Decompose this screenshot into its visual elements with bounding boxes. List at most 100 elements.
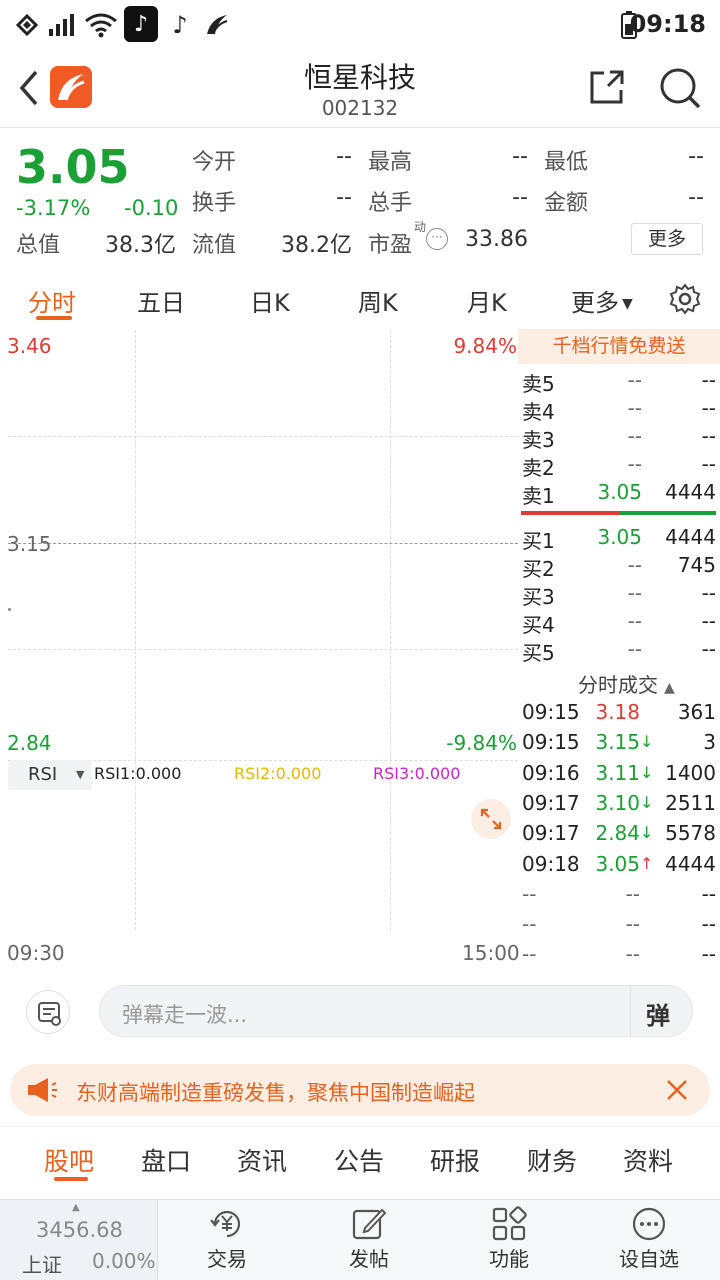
buy-volume: 745 [677, 553, 716, 577]
low-label: 最低 [544, 150, 589, 175]
chart-settings-button[interactable] [669, 283, 701, 315]
tab-research[interactable]: 研报 [430, 1142, 480, 1178]
tick-volume: 2511 [665, 790, 716, 815]
tick-price: 3.10 [595, 790, 640, 815]
nav-trade[interactable]: 交易 [170, 1200, 284, 1280]
nav-post[interactable]: 发帖 [312, 1200, 426, 1280]
tab-guba[interactable]: 股吧 [44, 1142, 94, 1178]
sell-volume: 4444 [665, 480, 716, 504]
buy-price: 3.05 [597, 525, 642, 549]
pe-info-icon[interactable]: ··· [426, 228, 448, 250]
chart-bottom-pct: -9.84% [446, 731, 517, 755]
tab-finance[interactable]: 财务 [527, 1142, 577, 1178]
chart-top-price: 3.46 [7, 334, 52, 358]
danmu-input[interactable]: 弹幕走一波... 弹 [99, 985, 693, 1037]
search-icon [660, 68, 701, 109]
buy-volume: -- [701, 609, 716, 633]
share-icon [590, 70, 624, 104]
tab-active-indicator [36, 316, 72, 320]
index-name: 上证 [22, 1253, 62, 1277]
tab-five-day[interactable]: 五日 [137, 283, 185, 318]
open-value: -- [336, 144, 352, 169]
tab-news[interactable]: 资讯 [237, 1142, 287, 1178]
fullscreen-button[interactable] [471, 799, 511, 839]
high-value: -- [512, 144, 528, 169]
tab-pankou[interactable]: 盘口 [141, 1142, 191, 1178]
tick-price: 3.05 [595, 851, 640, 876]
indicator-label: RSI [28, 764, 58, 785]
gear-icon [669, 283, 701, 315]
sell-volume: -- [701, 368, 716, 392]
tick-time: 09:17 [522, 790, 580, 815]
news-banner[interactable]: 东财高端制造重磅发售，聚焦中国制造崛起 [10, 1064, 710, 1116]
sell-price: -- [627, 396, 642, 420]
indicator-select[interactable]: RSI ▼ [8, 760, 92, 790]
tick-row: 09:15 3.15 ↓ 3 [522, 730, 720, 760]
pe-label: 市盈 [368, 233, 413, 258]
tick-volume: 4444 [665, 851, 716, 876]
chevron-up-icon: ▲ [664, 680, 675, 696]
close-icon[interactable] [665, 1078, 689, 1102]
sell-row: 卖1 3.05 4444 [522, 480, 720, 508]
chart-grid-line [8, 649, 518, 650]
mktcap-value: 38.3亿 [105, 233, 176, 258]
sell-level-label: 卖3 [522, 428, 555, 452]
sell-row: 卖3 -- -- [522, 424, 720, 452]
buy-volume: -- [701, 581, 716, 605]
tick-price: 2.84 [595, 821, 640, 846]
mktcap-label: 总值 [16, 233, 61, 258]
tick-row: 09:17 3.10 ↓ 2511 [522, 791, 720, 821]
sell-price: -- [627, 368, 642, 392]
tab-profile[interactable]: 资料 [623, 1142, 673, 1178]
tick-price: -- [625, 942, 640, 967]
more-quote-button[interactable]: 更多 [631, 223, 703, 255]
sell-price: -- [627, 452, 642, 476]
chart-price-dot [8, 608, 11, 611]
buy-level-label: 买1 [522, 529, 555, 553]
tab-monthly-k[interactable]: 月K [467, 283, 507, 318]
tick-row: -- -- -- [522, 912, 720, 942]
change-amount: -0.10 [124, 196, 179, 220]
buy-price: -- [627, 581, 642, 605]
chart-top-pct: 9.84% [453, 334, 517, 358]
danmu-settings-button[interactable] [26, 990, 70, 1034]
tick-time: -- [522, 942, 537, 967]
chart-grid-line [135, 330, 136, 930]
buy-row: 买3 -- -- [522, 581, 720, 609]
tick-volume: 1400 [665, 760, 716, 785]
buy-volume: -- [701, 637, 716, 661]
tick-volume: -- [701, 912, 716, 937]
signal-sim-icon [12, 10, 42, 40]
trade-yen-icon [210, 1210, 241, 1238]
volume-label: 总手 [368, 191, 413, 216]
app-header: 恒星科技 002132 [0, 50, 720, 128]
promo-banner[interactable]: 千档行情免费送 [518, 329, 720, 364]
tick-row: -- -- -- [522, 942, 720, 972]
share-button[interactable] [588, 68, 626, 106]
tab-more[interactable]: 更多 ▼ [571, 283, 633, 318]
nav-add-watchlist[interactable]: 设自选 [592, 1200, 706, 1280]
index-ticker[interactable]: ▲ 3456.68 上证 0.00% [0, 1200, 157, 1280]
tick-time: 09:15 [522, 730, 580, 755]
sell-level-label: 卖1 [522, 484, 555, 508]
tab-intraday[interactable]: 分时 [28, 283, 76, 318]
change-percent: -3.17% [16, 196, 91, 220]
sell-level-label: 卖2 [522, 456, 555, 480]
danmu-settings-icon [38, 1002, 61, 1026]
ticks-title[interactable]: 分时成交 ▲ [578, 669, 675, 698]
tab-daily-k[interactable]: 日K [250, 283, 290, 318]
sell-row: 卖4 -- -- [522, 396, 720, 424]
divider [157, 1200, 158, 1280]
danmu-placeholder: 弹幕走一波... [122, 1003, 248, 1027]
nav-features[interactable]: 功能 [452, 1200, 566, 1280]
tick-price: -- [625, 881, 640, 906]
buy-price: -- [627, 553, 642, 577]
sell-volume: -- [701, 396, 716, 420]
buy-row: 买1 3.05 4444 [522, 525, 720, 553]
eastmoney-notify-icon [202, 10, 232, 40]
tab-announcements[interactable]: 公告 [334, 1142, 384, 1178]
tiktok-app-icon: ♪ [124, 6, 158, 42]
tab-weekly-k[interactable]: 周K [358, 283, 398, 318]
danmu-toggle-button[interactable]: 弹 [646, 996, 670, 1031]
search-button[interactable] [658, 66, 702, 110]
